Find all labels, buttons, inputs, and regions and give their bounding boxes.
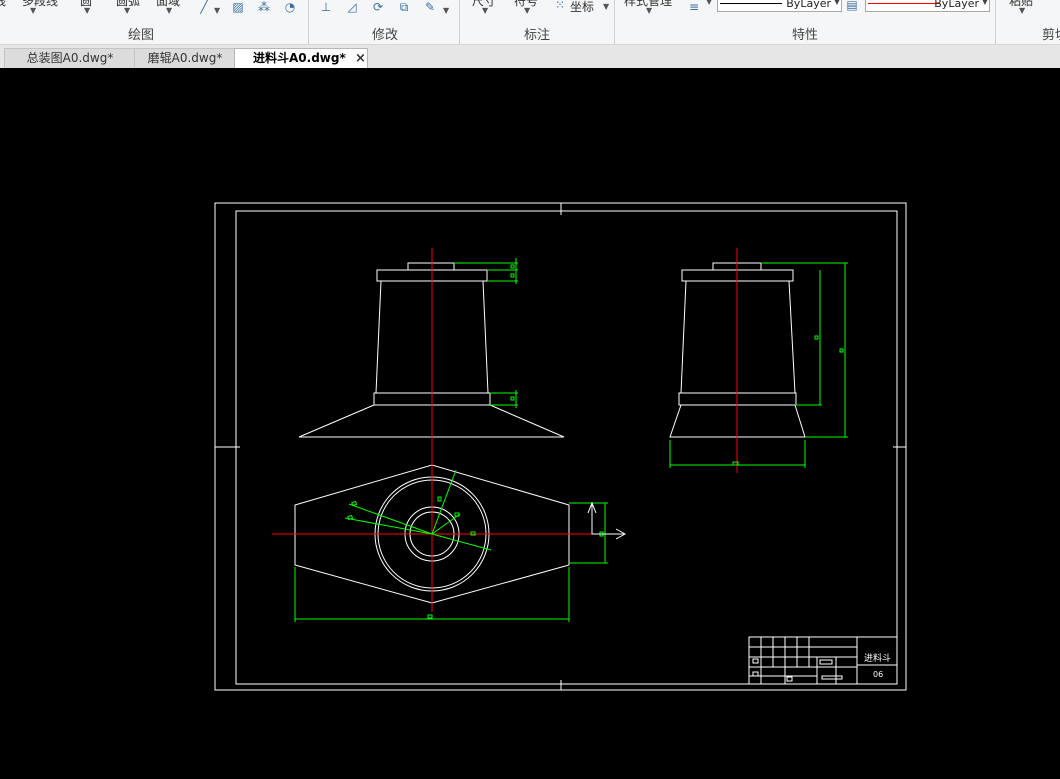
line-tool-label[interactable]: 线 — [0, 0, 6, 9]
edit-dropdown-icon[interactable]: ▼ — [443, 6, 449, 15]
color-select[interactable]: ByLayer ▼ — [865, 0, 990, 12]
polyline-dropdown-icon[interactable]: ▼ — [30, 6, 36, 15]
properties-group-title: 特性 — [792, 28, 819, 43]
drawing-svg: 进料斗 06 — [214, 202, 907, 691]
top-view-radius-leader — [431, 469, 457, 535]
tab-feed-hopper-label: 进料斗A0.dwg* — [253, 51, 346, 65]
color-value: ByLayer — [934, 0, 979, 10]
layer-list-dropdown-icon[interactable]: ▼ — [706, 0, 712, 6]
title-block-sheet-number: 06 — [873, 670, 883, 679]
tab-grinding-roller[interactable]: 磨辊A0.dwg* — [134, 48, 236, 68]
modify-group-title: 修改 — [372, 28, 399, 43]
front-view-top-cap — [407, 262, 455, 271]
edit-icon[interactable]: ✎ — [422, 0, 438, 14]
top-view-diameter-leader — [344, 517, 433, 535]
coordinate-dropdown-icon[interactable]: ▼ — [603, 2, 609, 11]
polyline-tool-label[interactable]: 多段线 — [22, 0, 58, 9]
layer-list-icon[interactable]: ≡ — [686, 0, 702, 14]
rotate-icon[interactable]: ⟳ — [370, 0, 386, 14]
linetype-dropdown-icon[interactable]: ▼ — [834, 0, 840, 6]
tab-assembly-drawing[interactable]: 总装图A0.dwg* — [4, 48, 136, 68]
draw-group-title: 绘图 — [128, 28, 155, 43]
hatch-icon[interactable]: ▨ — [230, 0, 246, 14]
top-view-bore-leader — [431, 533, 492, 551]
tab-feed-hopper[interactable]: 进料斗A0.dwg* × — [234, 48, 368, 68]
group-separator — [308, 0, 309, 44]
line-draw-icon[interactable]: ╱ — [196, 0, 212, 14]
stretch-icon[interactable]: ⊥ — [318, 0, 334, 14]
coordinate-icon[interactable]: ⁙ — [552, 0, 568, 12]
annotate-group-title: 标注 — [524, 28, 551, 43]
side-view-body — [680, 280, 796, 394]
group-separator — [995, 0, 996, 44]
line-draw-dropdown-icon[interactable]: ▼ — [214, 6, 220, 15]
lineweight-icon[interactable]: ▤ — [844, 0, 860, 12]
region-dropdown-icon[interactable]: ▼ — [166, 6, 172, 15]
close-tab-icon[interactable]: × — [355, 49, 366, 68]
dimension-dropdown-icon[interactable]: ▼ — [482, 6, 488, 15]
document-tab-bar: 总装图A0.dwg* 磨辊A0.dwg* 进料斗A0.dwg* × — [0, 45, 1060, 69]
group-separator — [614, 0, 615, 44]
clipboard-group-title: 剪切 — [1042, 28, 1060, 43]
circle-dropdown-icon[interactable]: ▼ — [84, 6, 90, 15]
group-separator — [459, 0, 460, 44]
sheet-inner-border — [235, 210, 898, 685]
scale-icon[interactable]: ◿ — [344, 0, 360, 14]
paste-dropdown-icon[interactable]: ▼ — [1019, 6, 1025, 15]
drawing-canvas[interactable]: 进料斗 06 — [0, 68, 1060, 779]
boundary-icon[interactable]: ◔ — [282, 0, 298, 14]
title-block-part-name: 进料斗 — [864, 652, 891, 664]
linetype-value: ByLayer — [786, 0, 831, 10]
group-icon[interactable]: ⁂ — [256, 0, 272, 14]
coordinate-tool-label[interactable]: 坐标 — [570, 0, 594, 15]
linetype-select[interactable]: ByLayer ▼ — [717, 0, 842, 12]
color-dropdown-icon[interactable]: ▼ — [982, 0, 988, 6]
top-view-diameter-leader — [348, 503, 433, 535]
style-manager-dropdown-icon[interactable]: ▼ — [646, 6, 652, 15]
linetype-preview-line — [720, 3, 782, 4]
color-preview-line — [868, 3, 940, 4]
arc-dropdown-icon[interactable]: ▼ — [124, 6, 130, 15]
copy-icon[interactable]: ⧉ — [396, 0, 412, 14]
symbol-dropdown-icon[interactable]: ▼ — [524, 6, 530, 15]
sheet-outer-border — [214, 202, 907, 691]
ribbon: 线 多段线 ▼ 圆 ▼ 圆弧 ▼ 面域 ▼ ╱ ▼ ▨ ⁂ ◔ 绘图 ⊥ ◿ ⟳… — [0, 0, 1060, 45]
